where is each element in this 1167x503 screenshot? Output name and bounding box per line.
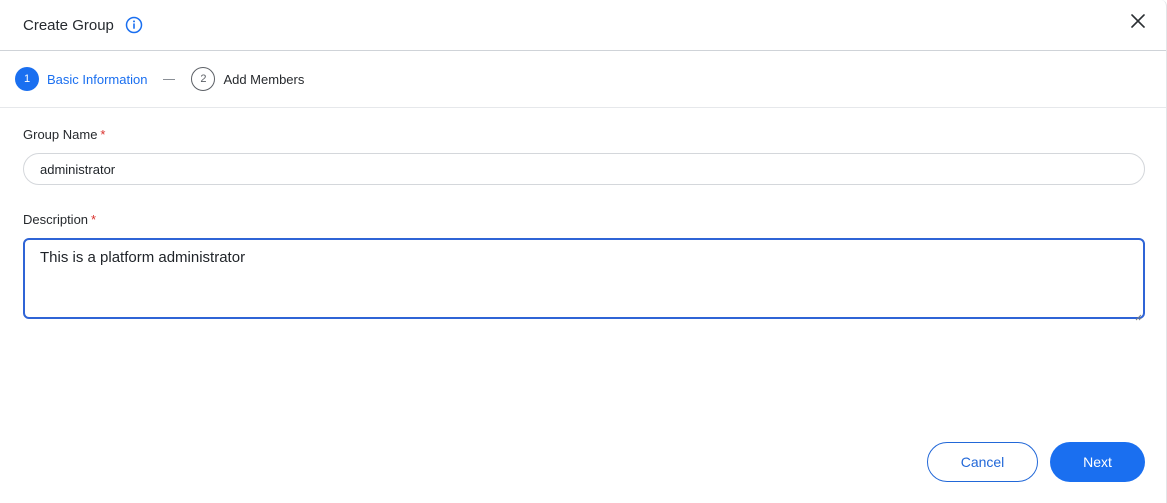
- description-value: This is a platform administrator: [40, 249, 246, 266]
- create-group-dialog: Create Group 1 Basic Information 2 Add M…: [0, 0, 1167, 503]
- step-basic-information[interactable]: 1 Basic Information: [15, 67, 147, 91]
- step-add-members[interactable]: 2 Add Members: [191, 67, 304, 91]
- description-label-text: Description: [23, 212, 89, 227]
- next-button[interactable]: Next: [1050, 442, 1145, 482]
- info-icon[interactable]: [125, 16, 143, 34]
- resize-grip-icon[interactable]: [1134, 308, 1142, 321]
- group-form: Group Name * administrator Description *…: [0, 127, 1166, 321]
- close-button[interactable]: [1128, 13, 1148, 33]
- dialog-header: Create Group: [0, 0, 1166, 51]
- step-separator: [163, 78, 176, 80]
- cancel-button[interactable]: Cancel: [927, 442, 1038, 482]
- required-mark: *: [91, 212, 97, 227]
- close-icon: [1131, 13, 1145, 33]
- description-textarea[interactable]: This is a platform administrator: [23, 238, 1145, 321]
- step-label-1: Basic Information: [47, 71, 148, 87]
- stepper: 1 Basic Information 2 Add Members: [0, 51, 1166, 108]
- group-name-input[interactable]: administrator: [23, 153, 1145, 185]
- step-number-2: 2: [191, 67, 216, 91]
- group-name-value: administrator: [40, 161, 116, 177]
- step-number-1: 1: [15, 67, 39, 91]
- step-label-2: Add Members: [223, 71, 305, 87]
- required-mark: *: [100, 127, 106, 142]
- description-label: Description *: [23, 212, 1144, 227]
- dialog-title: Create Group: [23, 16, 114, 34]
- group-name-label-text: Group Name: [23, 127, 98, 142]
- group-name-label: Group Name *: [23, 127, 1144, 142]
